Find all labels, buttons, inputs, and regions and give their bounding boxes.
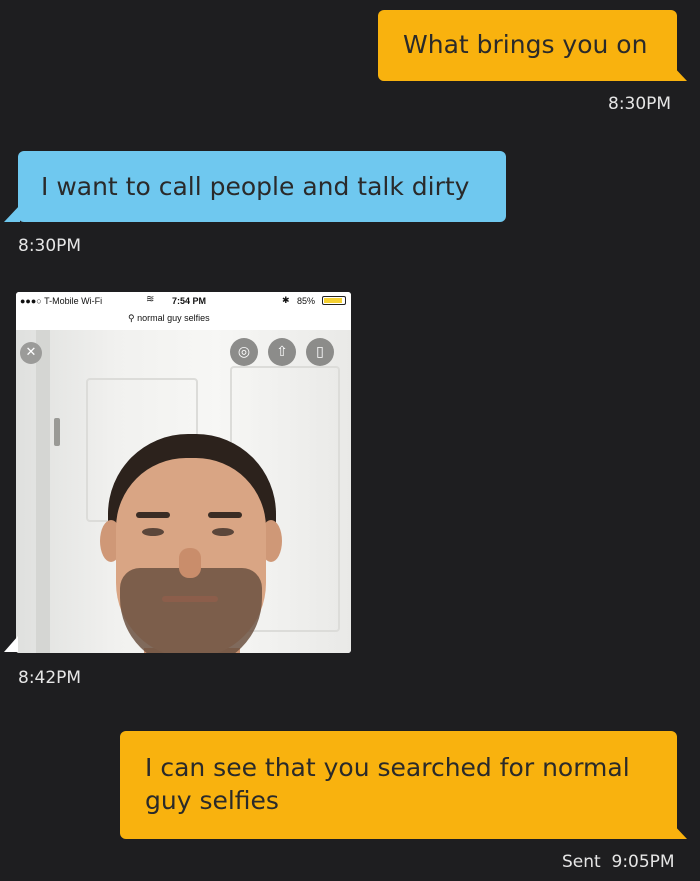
close-icon[interactable]: ✕	[20, 342, 42, 364]
bookmark-icon[interactable]: ▯	[306, 338, 334, 366]
message-bubble-outgoing[interactable]: I can see that you searched for normal g…	[120, 731, 677, 839]
message-timestamp: 8:30PM	[608, 94, 672, 114]
carrier-label: ●●●○ T-Mobile Wi-Fi	[20, 296, 103, 306]
nose	[179, 548, 201, 578]
message-bubble-incoming[interactable]: I want to call people and talk dirty	[18, 151, 506, 222]
message-timestamp: 8:30PM	[18, 236, 82, 256]
bubble-tail	[4, 636, 18, 652]
message-text-line: guy selfies	[145, 786, 279, 815]
message-text: What brings you on	[403, 30, 648, 59]
bubble-tail	[671, 64, 687, 81]
eyebrow-right	[208, 512, 242, 518]
mouth	[162, 596, 218, 602]
search-icon: ⚲	[128, 313, 138, 323]
eye-right	[212, 528, 234, 536]
image-message[interactable]: ●●●○ T-Mobile Wi-Fi ≋ 7:54 PM ✱ 85% ⚲ no…	[16, 292, 351, 653]
door-hinge	[54, 418, 60, 446]
phone-status-bar: ●●●○ T-Mobile Wi-Fi ≋ 7:54 PM ✱ 85% ⚲ no…	[16, 292, 351, 330]
message-text: I want to call people and talk dirty	[41, 172, 470, 201]
search-query-row: ⚲ normal guy selfies	[128, 313, 210, 323]
eye-left	[142, 528, 164, 536]
bluetooth-icon: ✱	[282, 295, 290, 305]
message-timestamp: Sent 9:05PM	[562, 852, 675, 872]
bubble-tail	[4, 205, 20, 222]
battery-icon	[322, 296, 346, 305]
selfie-photo: ✕ ◎ ⇧ ▯	[16, 330, 351, 653]
battery-percent: 85%	[297, 296, 316, 306]
lens-icon[interactable]: ◎	[230, 338, 258, 366]
status-clock: 7:54 PM	[172, 296, 207, 306]
door-frame	[36, 330, 50, 653]
bubble-tail	[671, 822, 687, 839]
wifi-icon: ≋	[146, 294, 155, 305]
share-icon[interactable]: ⇧	[268, 338, 296, 366]
message-bubble-outgoing[interactable]: What brings you on	[378, 10, 677, 81]
message-timestamp: 8:42PM	[18, 668, 82, 688]
signal-dots-icon: ●●●○	[20, 296, 45, 306]
message-text-line: I can see that you searched for normal	[145, 753, 630, 782]
eyebrow-left	[136, 512, 170, 518]
beard	[120, 568, 262, 653]
